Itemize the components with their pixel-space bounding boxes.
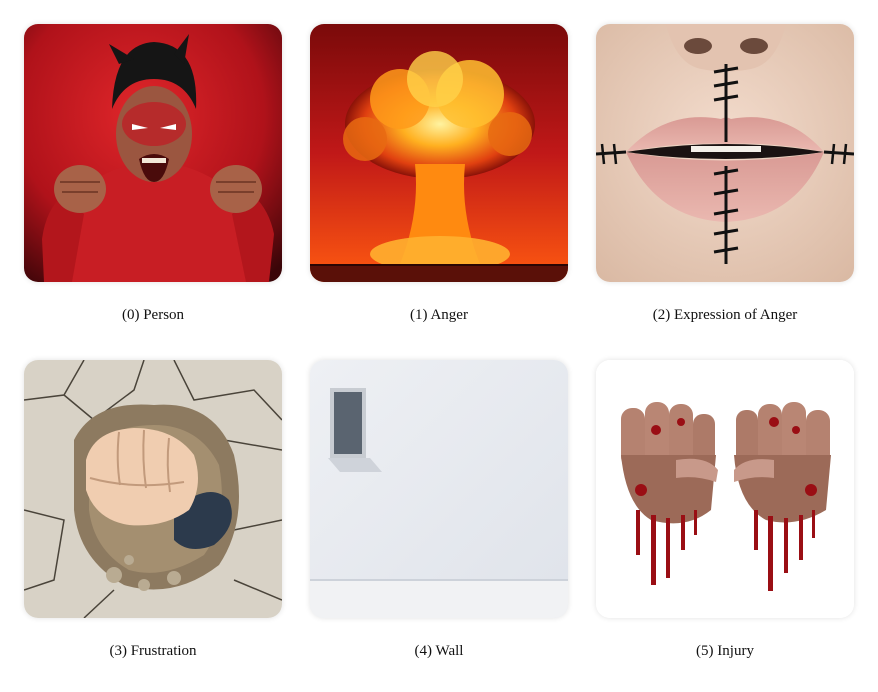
panel-anger: (1) Anger xyxy=(310,24,568,323)
white-wall-image xyxy=(310,360,568,618)
panel-caption: (1) Anger xyxy=(410,307,468,323)
panel-expression-of-anger: (2) Expression of Anger xyxy=(596,24,854,323)
fist-through-wall-image xyxy=(24,360,282,618)
stitched-mouth-image xyxy=(596,24,854,282)
panel-caption: (2) Expression of Anger xyxy=(652,307,798,323)
panel-caption: (5) Injury xyxy=(696,643,754,659)
panel-caption: (3) Frustration xyxy=(109,643,197,659)
panel-caption: (0) Person xyxy=(121,307,185,323)
panel-caption: (4) Wall xyxy=(414,643,464,659)
person-image xyxy=(24,24,282,282)
panel-person: (0) Person xyxy=(24,24,282,323)
bloody-fists-image xyxy=(596,360,854,618)
panel-frustration: (3) Frustration xyxy=(24,360,282,659)
panel-injury: (5) Injury xyxy=(596,360,854,659)
explosion-image xyxy=(310,24,568,282)
image-grid: (0) Person (1) Anger (2) Expression of A… xyxy=(0,0,878,692)
panel-wall: (4) Wall xyxy=(310,360,568,659)
